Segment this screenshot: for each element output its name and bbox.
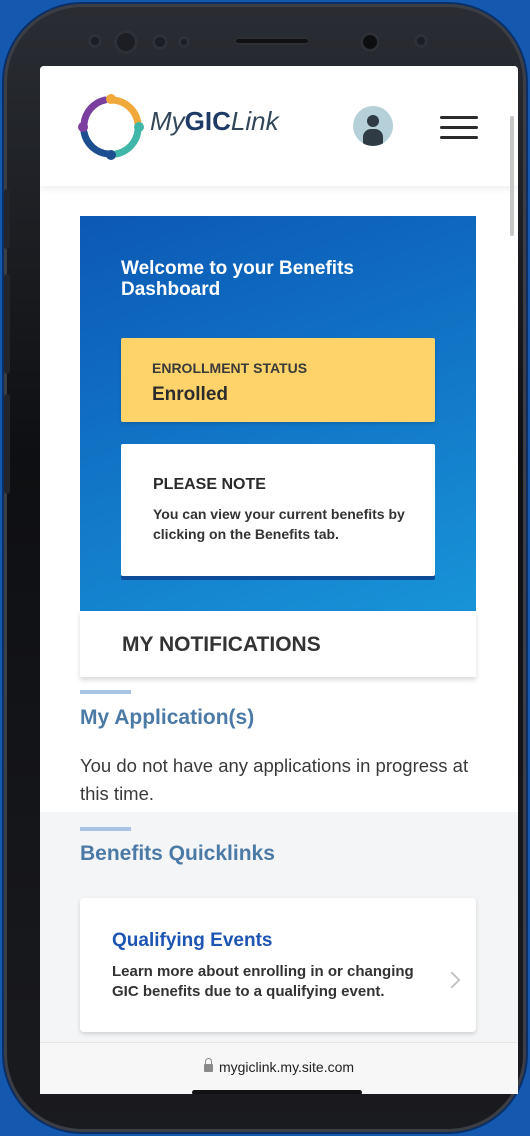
hamburger-menu-icon[interactable] [440,116,478,140]
sensor-icon [88,34,102,48]
note-title: PLEASE NOTE [153,476,266,493]
applications-title: My Application(s) [80,706,255,729]
chevron-right-icon [443,971,461,989]
notifications-title: MY NOTIFICATIONS [122,633,321,656]
avatar-body [363,129,383,146]
welcome-panel: Welcome to your Benefits Dashboard ENROL… [80,216,476,611]
people-circle-logo[interactable] [78,94,144,160]
brand-bold: GIC [184,106,231,136]
enrollment-status-value: Enrolled [152,384,229,405]
section-accent [80,827,131,831]
brand-prefix: My [150,106,185,136]
brand-suffix: Link [230,106,279,136]
quicklink-description: Learn more about enrolling in or changin… [112,963,414,1000]
camera-icon [114,30,138,54]
avatar-head [367,115,379,127]
front-camera-icon [360,32,380,52]
home-indicator[interactable] [192,1090,362,1094]
note-text: You can view your current benefits by cl… [153,506,405,542]
section-accent [80,690,131,694]
screen: MyGICLink Welcome to your Benefits Dashb… [40,66,518,1094]
enrollment-status-label: ENROLLMENT STATUS [152,360,308,376]
applications-empty-text: You do not have any applications in prog… [80,755,469,804]
phone-frame: MyGICLink Welcome to your Benefits Dashb… [4,4,526,1132]
page-scrollbar[interactable] [510,116,514,236]
volume-down-button [4,394,10,494]
earpiece-speaker [234,37,310,45]
quicklink-card[interactable]: Qualifying Events Learn more about enrol… [80,898,476,1032]
side-button [4,189,10,249]
brand-name[interactable]: MyGICLink [150,106,279,137]
sensor-icon [152,34,168,50]
quicklink-title[interactable]: Qualifying Events [112,930,272,952]
sensor-bar [74,30,464,60]
user-avatar-icon[interactable] [353,106,393,146]
volume-up-button [4,274,10,374]
please-note-card: PLEASE NOTE You can view your current be… [121,444,435,576]
sensor-icon [414,34,428,48]
url-display[interactable]: mygiclink.my.site.com [40,1058,518,1075]
sensor-icon [178,36,190,48]
quicklinks-title: Benefits Quicklinks [80,842,275,865]
app-header: MyGICLink [40,66,518,186]
browser-url-bar[interactable]: mygiclink.my.site.com [40,1042,518,1094]
welcome-title: Welcome to your Benefits Dashboard [121,258,354,300]
notifications-panel[interactable]: MY NOTIFICATIONS [80,611,476,677]
url-text: mygiclink.my.site.com [218,1059,355,1075]
lock-icon [203,1058,213,1072]
enrollment-status-card: ENROLLMENT STATUS Enrolled [121,338,435,422]
